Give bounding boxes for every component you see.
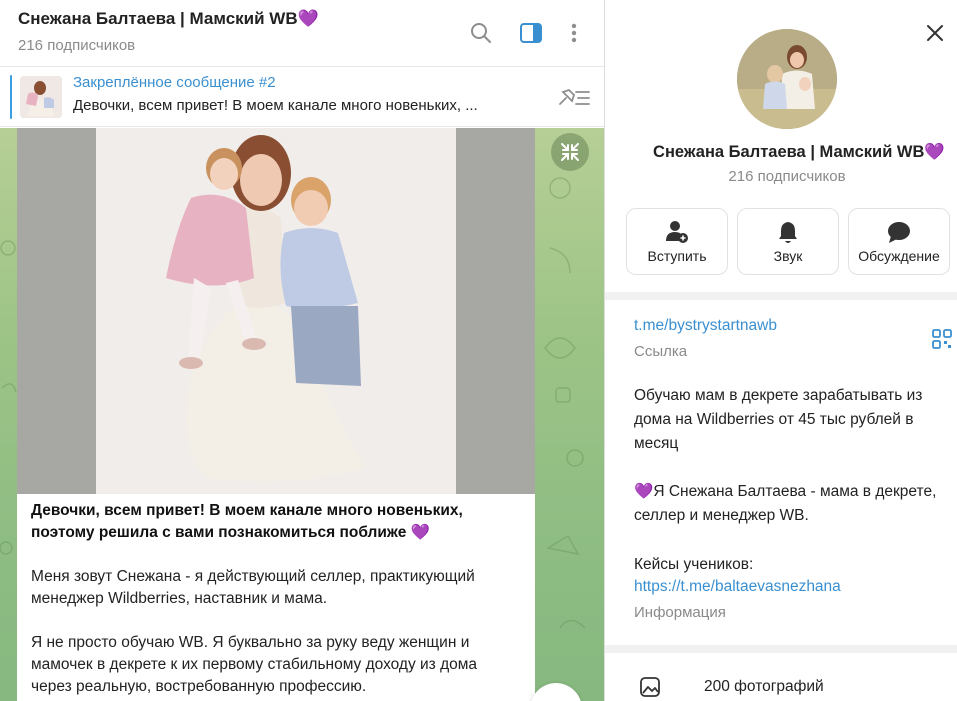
- pinned-title: Закреплённое сообщение #2: [73, 74, 276, 91]
- cases-link[interactable]: https://t.me/baltaevasnezhana: [634, 578, 841, 596]
- more-options-button[interactable]: [561, 20, 587, 46]
- channel-description: Обучаю мам в декрете зарабатывать из дом…: [634, 387, 923, 452]
- channel-link[interactable]: t.me/bystrystartnawb: [634, 317, 777, 335]
- chat-subscriber-count: 216 подписчиков: [18, 37, 136, 54]
- channel-subscriber-count: 216 подписчиков: [728, 168, 846, 185]
- sound-label: Звук: [773, 248, 803, 264]
- cases-label: Кейсы учеников:: [634, 556, 754, 573]
- channel-avatar[interactable]: [737, 29, 837, 129]
- pinned-list-button[interactable]: [556, 84, 592, 110]
- chat-header[interactable]: Снежана Балтаева | Мамский WB💜 216 подпи…: [0, 0, 604, 67]
- photos-count: 200 фотографий: [704, 678, 824, 695]
- collapse-icon: [561, 143, 579, 161]
- chat-bubble-icon: [888, 222, 910, 243]
- image-icon: [640, 677, 660, 697]
- discussion-button[interactable]: Обсуждение: [848, 208, 950, 275]
- chat-title: Снежана Балтаева | Мамский WB💜: [18, 9, 319, 28]
- pinned-message-bar[interactable]: Закреплённое сообщение #2 Девочки, всем …: [0, 67, 604, 127]
- pinned-text: Девочки, всем привет! В моем канале мног…: [73, 97, 478, 114]
- channel-info-panel: Снежана Балтаева | Мамский WB💜 216 подпи…: [605, 0, 957, 701]
- info-caption: Информация: [634, 604, 726, 621]
- chat-area: Девочки, всем привет! В моем канале мног…: [0, 0, 604, 701]
- toggle-sidebar-button[interactable]: [518, 20, 544, 46]
- link-caption: Ссылка: [634, 343, 688, 360]
- qr-code-button[interactable]: [931, 328, 953, 350]
- family-photo: [96, 128, 456, 494]
- bell-icon: [779, 222, 797, 243]
- join-label: Вступить: [647, 248, 707, 264]
- pinned-thumbnail: [20, 76, 62, 118]
- join-button[interactable]: Вступить: [626, 208, 728, 275]
- post-photo[interactable]: [17, 128, 535, 494]
- message-bubble: Девочки, всем привет! В моем канале мног…: [17, 494, 535, 701]
- photos-row[interactable]: 200 фотографий: [605, 660, 957, 701]
- pin-list-icon: [559, 88, 590, 105]
- close-icon: [927, 25, 943, 41]
- discussion-label: Обсуждение: [858, 248, 940, 264]
- sound-button[interactable]: Звук: [737, 208, 839, 275]
- close-panel-button[interactable]: [924, 22, 946, 44]
- channel-description-author: 💜Я Снежана Балтаева - мама в декрете, се…: [634, 483, 937, 524]
- message-headline: Девочки, всем привет! В моем канале мног…: [31, 502, 463, 541]
- section-separator: [605, 292, 957, 300]
- kebab-menu-icon: [571, 23, 577, 43]
- message-paragraph: Меня зовут Снежана - я действующий селле…: [31, 568, 475, 607]
- pinned-indicator: [10, 75, 12, 119]
- section-separator: [605, 645, 957, 653]
- collapse-photo-button[interactable]: [551, 133, 589, 171]
- search-button[interactable]: [468, 20, 494, 46]
- add-user-icon: [666, 221, 688, 243]
- sidebar-icon: [520, 23, 542, 43]
- search-icon: [471, 23, 491, 43]
- message-paragraph: Я не просто обучаю WB. Я буквально за ру…: [31, 634, 478, 695]
- channel-name: Снежана Балтаева | Мамский WB💜: [653, 143, 945, 161]
- qr-code-icon: [932, 329, 952, 349]
